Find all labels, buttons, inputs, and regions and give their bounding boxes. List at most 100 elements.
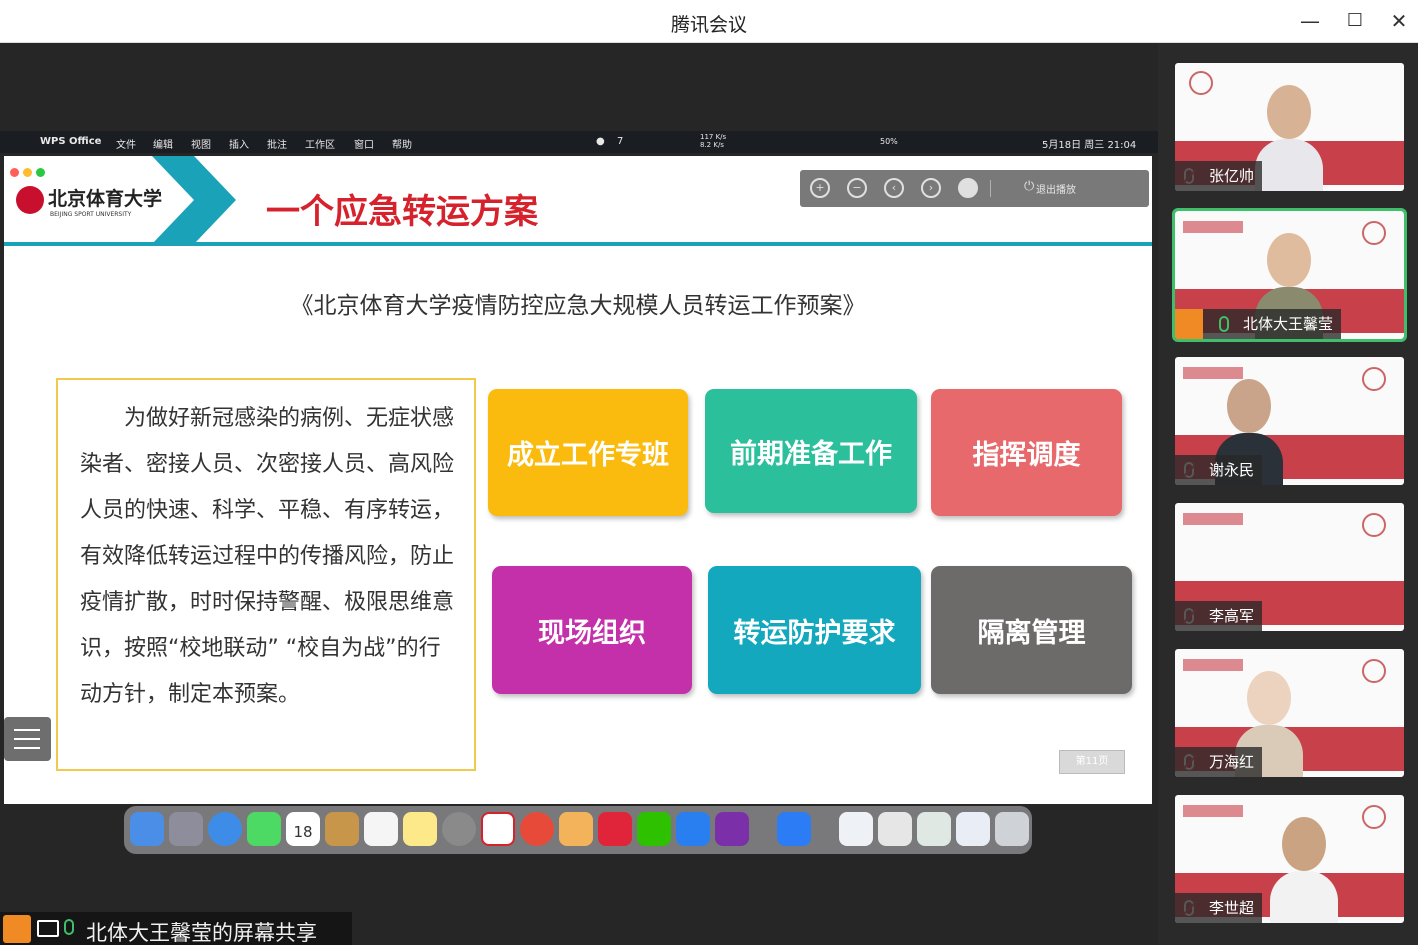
net-up: 117 K/s (700, 133, 727, 141)
shared-mac-menubar: WPS Office 文件 编辑 视图 插入 批注 工作区 窗口 帮助 ● 7 … (0, 131, 1158, 153)
qq-icon[interactable] (676, 812, 710, 846)
mac-dock: 18 (124, 806, 1032, 854)
screen-share-icon (37, 920, 59, 937)
notes-icon[interactable] (403, 812, 437, 846)
safari-icon[interactable] (208, 812, 242, 846)
title-bar: 腾讯会议 — ☐ ✕ (0, 0, 1418, 43)
toolbar-divider (990, 180, 991, 197)
share-status-text: 北体大王馨莹的屏幕共享 (86, 921, 317, 945)
reminders-icon[interactable] (364, 812, 398, 846)
participant-tile[interactable]: 张亿帅 (1175, 63, 1404, 191)
slideshow-toolbar: + − ‹ › ⏻ 退出播放 (800, 170, 1149, 207)
participant-name: 李高军 (1175, 601, 1263, 631)
university-logo-icon (1183, 367, 1243, 379)
contacts-icon[interactable] (325, 812, 359, 846)
calendar-icon[interactable]: 18 (286, 812, 320, 846)
close-dot-icon (10, 168, 19, 177)
participant-video (1270, 817, 1338, 923)
participant-tile[interactable]: 李高军 (1175, 503, 1404, 631)
onenote-icon[interactable] (715, 812, 749, 846)
record-icon[interactable] (958, 178, 978, 198)
menu-window: 窗口 (354, 140, 374, 151)
spreadsheet-thumb-icon[interactable] (917, 812, 951, 846)
zoom-out-icon[interactable]: − (847, 178, 867, 198)
preface-textbox: 为做好新冠感染的病例、无症状感染者、密接人员、次密接人员、高风险人员的快速、科学… (56, 378, 476, 771)
trash-icon[interactable] (995, 812, 1029, 846)
participant-name: 张亿帅 (1175, 161, 1263, 191)
participant-name: 谢永民 (1175, 455, 1263, 485)
logo-text-cn: 北京体育大学 (48, 188, 163, 210)
university-seal-icon (1189, 71, 1213, 95)
power-icon[interactable]: ⏻ (1024, 179, 1034, 194)
participant-tile-active[interactable]: 北体大王馨莹 (1172, 208, 1407, 342)
menu-edit: 编辑 (153, 140, 173, 151)
card-work-team: 成立工作专班 (488, 389, 688, 516)
wps-icon[interactable] (481, 812, 515, 846)
close-icon[interactable]: ✕ (1385, 8, 1413, 34)
participant-name: 李世超 (1175, 893, 1263, 923)
university-seal-icon (1362, 367, 1386, 391)
launchpad-icon[interactable] (169, 812, 203, 846)
university-seal-icon (1362, 513, 1386, 537)
next-icon[interactable]: › (921, 178, 941, 198)
menu-comment: 批注 (267, 140, 287, 151)
chrome-icon[interactable] (520, 812, 554, 846)
document-thumb-icon[interactable] (839, 812, 873, 846)
slide-menu-button[interactable] (4, 717, 51, 761)
card-isolation-management: 隔离管理 (931, 566, 1132, 694)
university-logo-icon (1183, 805, 1243, 817)
presentation-slide: 北京体育大学 BEIJING SPORT UNIVERSITY 一个应急转运方案… (4, 156, 1152, 804)
avatar-icon (1175, 309, 1203, 339)
mic-active-icon (64, 919, 74, 935)
window-traffic-lights (10, 162, 49, 181)
university-seal-icon (1362, 221, 1386, 245)
messages-icon[interactable] (247, 812, 281, 846)
screen-share-status: 北体大王馨莹的屏幕共享 (0, 912, 352, 945)
participant-tile[interactable]: 万海红 (1175, 649, 1404, 777)
participant-name: 万海红 (1175, 747, 1263, 777)
header-chevron-shape (152, 156, 236, 244)
previous-icon[interactable]: ‹ (884, 178, 904, 198)
menu-help: 帮助 (392, 140, 412, 151)
card-transport-protection: 转运防护要求 (708, 566, 921, 694)
zoom-in-icon[interactable]: + (810, 178, 830, 198)
participant-tile[interactable]: 李世超 (1175, 795, 1404, 923)
netease-music-icon[interactable] (598, 812, 632, 846)
system-preferences-icon[interactable] (442, 812, 476, 846)
exit-slideshow-button[interactable]: 退出播放 (1036, 181, 1076, 196)
preface-text: 为做好新冠感染的病例、无症状感染者、密接人员、次密接人员、高风险人员的快速、科学… (80, 406, 455, 707)
slide-title: 一个应急转运方案 (266, 192, 538, 232)
menu-file: 文件 (116, 140, 136, 151)
wechat-dock-icon[interactable] (637, 812, 671, 846)
university-logo-icon (1183, 513, 1243, 525)
wechat-badge: 7 (617, 136, 624, 147)
header-underline (4, 242, 1152, 246)
minimize-dot-icon (23, 168, 32, 177)
menu-insert: 插入 (229, 140, 249, 151)
slide-subtitle: 《北京体育大学疫情防控应急大规模人员转运工作预案》 (290, 293, 866, 319)
card-preparation: 前期准备工作 (705, 389, 917, 513)
logo-text-en: BEIJING SPORT UNIVERSITY (50, 211, 132, 218)
window-title: 腾讯会议 (670, 14, 747, 36)
university-seal-icon (1362, 805, 1386, 829)
window-thumb-icon[interactable] (878, 812, 912, 846)
card-command-dispatch: 指挥调度 (931, 389, 1122, 516)
finder-icon[interactable] (130, 812, 164, 846)
maximize-icon[interactable]: ☐ (1341, 8, 1369, 34)
tencent-meeting-icon[interactable] (777, 812, 811, 846)
zoom-dot-icon (36, 168, 45, 177)
menu-workspace: 工作区 (305, 140, 335, 151)
menu-app-name: WPS Office (40, 136, 102, 147)
card-site-organization: 现场组织 (492, 566, 692, 694)
folder-thumb-icon[interactable] (956, 812, 990, 846)
page-indicator: 第11页 (1059, 750, 1125, 774)
university-logo-icon (1183, 659, 1243, 671)
minimize-icon[interactable]: — (1296, 8, 1324, 34)
photos-icon[interactable] (559, 812, 593, 846)
meeting-window: 腾讯会议 — ☐ ✕ WPS Office 文件 编辑 视图 插入 批注 工作区… (0, 0, 1418, 945)
battery-percent: 50% (880, 137, 898, 146)
menubar-clock: 5月18日 周三 21:04 (1042, 140, 1137, 151)
wechat-icon: ● (596, 136, 605, 147)
university-logo-icon (1183, 221, 1243, 233)
participant-tile[interactable]: 谢永民 (1175, 357, 1404, 485)
